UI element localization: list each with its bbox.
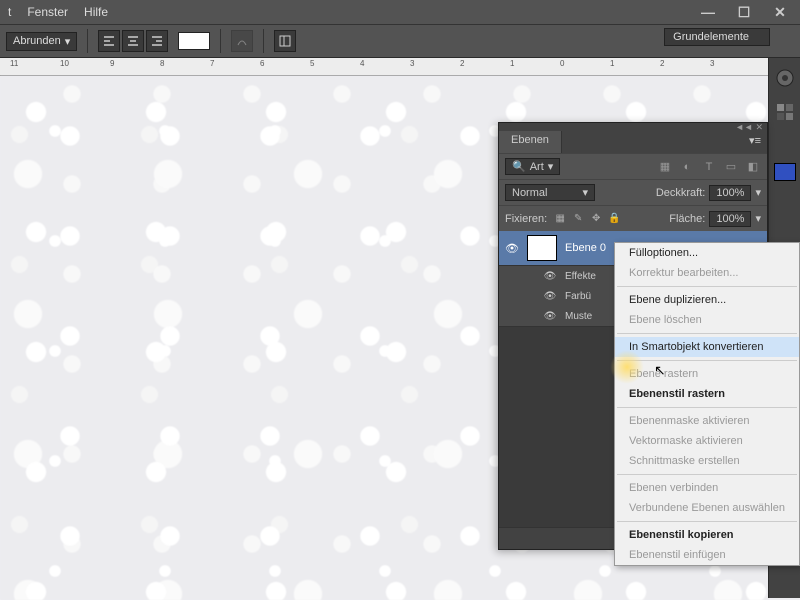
chevron-down-icon: ▾ (65, 35, 71, 48)
workspace-label: Grundelemente (673, 31, 749, 43)
visibility-icon[interactable]: 👁 (543, 291, 557, 302)
divider (220, 29, 221, 53)
ctx-link-layers: Ebenen verbinden (615, 478, 799, 498)
menubar: t Fenster Hilfe (0, 0, 800, 24)
align-group (98, 30, 168, 52)
chevron-down-icon: ▾ (548, 160, 554, 173)
search-icon: 🔍 (512, 160, 526, 173)
color-swatch[interactable] (178, 32, 210, 50)
align-center-button[interactable] (122, 30, 144, 52)
chevron-down-icon: ▾ (582, 186, 588, 199)
context-menu: Fülloptionen... Korrektur bearbeiten... … (614, 242, 800, 566)
filter-smart-icon[interactable]: ◧ (745, 159, 761, 175)
text-warp-button (231, 30, 253, 52)
kind-dropdown[interactable]: 🔍 Art ▾ (505, 158, 560, 175)
ctx-rasterize-layer: Ebene rastern (615, 364, 799, 384)
blend-row: Normal ▾ Deckkraft: 100% ▾ (499, 179, 767, 205)
panel-handle[interactable]: ◄◄ ✕ (499, 123, 767, 131)
lock-all-icon[interactable]: 🔒 (607, 212, 621, 226)
separator (617, 407, 797, 408)
options-bar: Abrunden ▾ Grundelemente (0, 24, 800, 58)
separator (617, 360, 797, 361)
ctx-select-linked: Verbundene Ebenen auswählen (615, 498, 799, 518)
filter-type-icon[interactable]: T (701, 159, 717, 175)
chevron-down-icon[interactable]: ▾ (755, 186, 761, 199)
filter-shape-icon[interactable]: ▭ (723, 159, 739, 175)
swatches-icon[interactable] (771, 98, 799, 126)
menu-item[interactable]: t (8, 5, 11, 19)
align-right-button[interactable] (146, 30, 168, 52)
panel-menu-icon[interactable]: ▾≡ (743, 131, 767, 153)
lock-transparent-icon[interactable]: ▦ (553, 212, 567, 226)
close-button[interactable]: ✕ (768, 4, 792, 20)
ctx-duplicate-layer[interactable]: Ebene duplizieren... (615, 290, 799, 310)
ctx-create-clipping-mask: Schnittmaske erstellen (615, 451, 799, 471)
color-wheel-icon[interactable] (771, 64, 799, 92)
visibility-icon[interactable]: 👁 (543, 271, 557, 282)
menu-item-help[interactable]: Hilfe (84, 5, 108, 19)
maximize-button[interactable]: ☐ (732, 4, 756, 20)
mode-dropdown[interactable]: Abrunden ▾ (6, 32, 77, 51)
ctx-edit-adjustment: Korrektur bearbeiten... (615, 263, 799, 283)
layer-name: Ebene 0 (565, 242, 606, 254)
mode-label: Abrunden (13, 35, 61, 47)
filter-row: 🔍 Art ▾ ▦ ◐ T ▭ ◧ (499, 153, 767, 179)
opacity-label: Deckkraft: (656, 187, 706, 199)
layer-thumbnail[interactable] (527, 235, 557, 261)
opacity-input[interactable]: 100% (709, 185, 751, 201)
lock-image-icon[interactable]: ✎ (571, 212, 585, 226)
separator (617, 286, 797, 287)
kind-label: Art (530, 161, 544, 173)
ruler-horizontal: 11 10 9 8 7 6 5 4 3 2 1 0 1 2 3 (0, 58, 800, 76)
blend-dropdown[interactable]: Normal ▾ (505, 184, 595, 201)
separator (617, 333, 797, 334)
fill-input[interactable]: 100% (709, 211, 751, 227)
filter-adjustment-icon[interactable]: ◐ (679, 159, 695, 175)
ctx-delete-layer: Ebene löschen (615, 310, 799, 330)
menu-item-window[interactable]: Fenster (27, 5, 68, 19)
divider (263, 29, 264, 53)
align-left-button[interactable] (98, 30, 120, 52)
blend-label: Normal (512, 187, 547, 199)
panel-tabs: Ebenen ▾≡ (499, 131, 767, 153)
ctx-paste-style: Ebenenstil einfügen (615, 545, 799, 565)
ctx-blending-options[interactable]: Fülloptionen... (615, 243, 799, 263)
panel-toggle-button[interactable] (274, 30, 296, 52)
ctx-enable-vector-mask: Vektormaske aktivieren (615, 431, 799, 451)
ctx-convert-smart-object[interactable]: In Smartobjekt konvertieren (615, 337, 799, 357)
lock-row: Fixieren: ▦ ✎ ✥ 🔒 Fläche: 100% ▾ (499, 205, 767, 231)
lock-label: Fixieren: (505, 213, 547, 225)
tab-layers[interactable]: Ebenen (499, 131, 562, 153)
minimize-button[interactable]: — (696, 4, 720, 20)
divider (87, 29, 88, 53)
color-sample[interactable] (771, 158, 799, 186)
ctx-rasterize-style[interactable]: Ebenenstil rastern (615, 384, 799, 404)
filter-pixel-icon[interactable]: ▦ (657, 159, 673, 175)
effect-label: Muste (565, 311, 592, 322)
separator (617, 474, 797, 475)
effects-label: Effekte (565, 271, 596, 282)
chevron-down-icon[interactable]: ▾ (755, 212, 761, 225)
ctx-enable-layer-mask: Ebenenmaske aktivieren (615, 411, 799, 431)
visibility-icon[interactable]: 👁 (543, 311, 557, 322)
fill-label: Fläche: (669, 213, 705, 225)
separator (617, 521, 797, 522)
effect-label: Farbü (565, 291, 591, 302)
ctx-copy-style[interactable]: Ebenenstil kopieren (615, 525, 799, 545)
visibility-icon[interactable]: 👁 (505, 242, 519, 255)
window-controls: — ☐ ✕ (696, 4, 792, 20)
workspace-dropdown[interactable]: Grundelemente (664, 28, 770, 46)
lock-position-icon[interactable]: ✥ (589, 212, 603, 226)
